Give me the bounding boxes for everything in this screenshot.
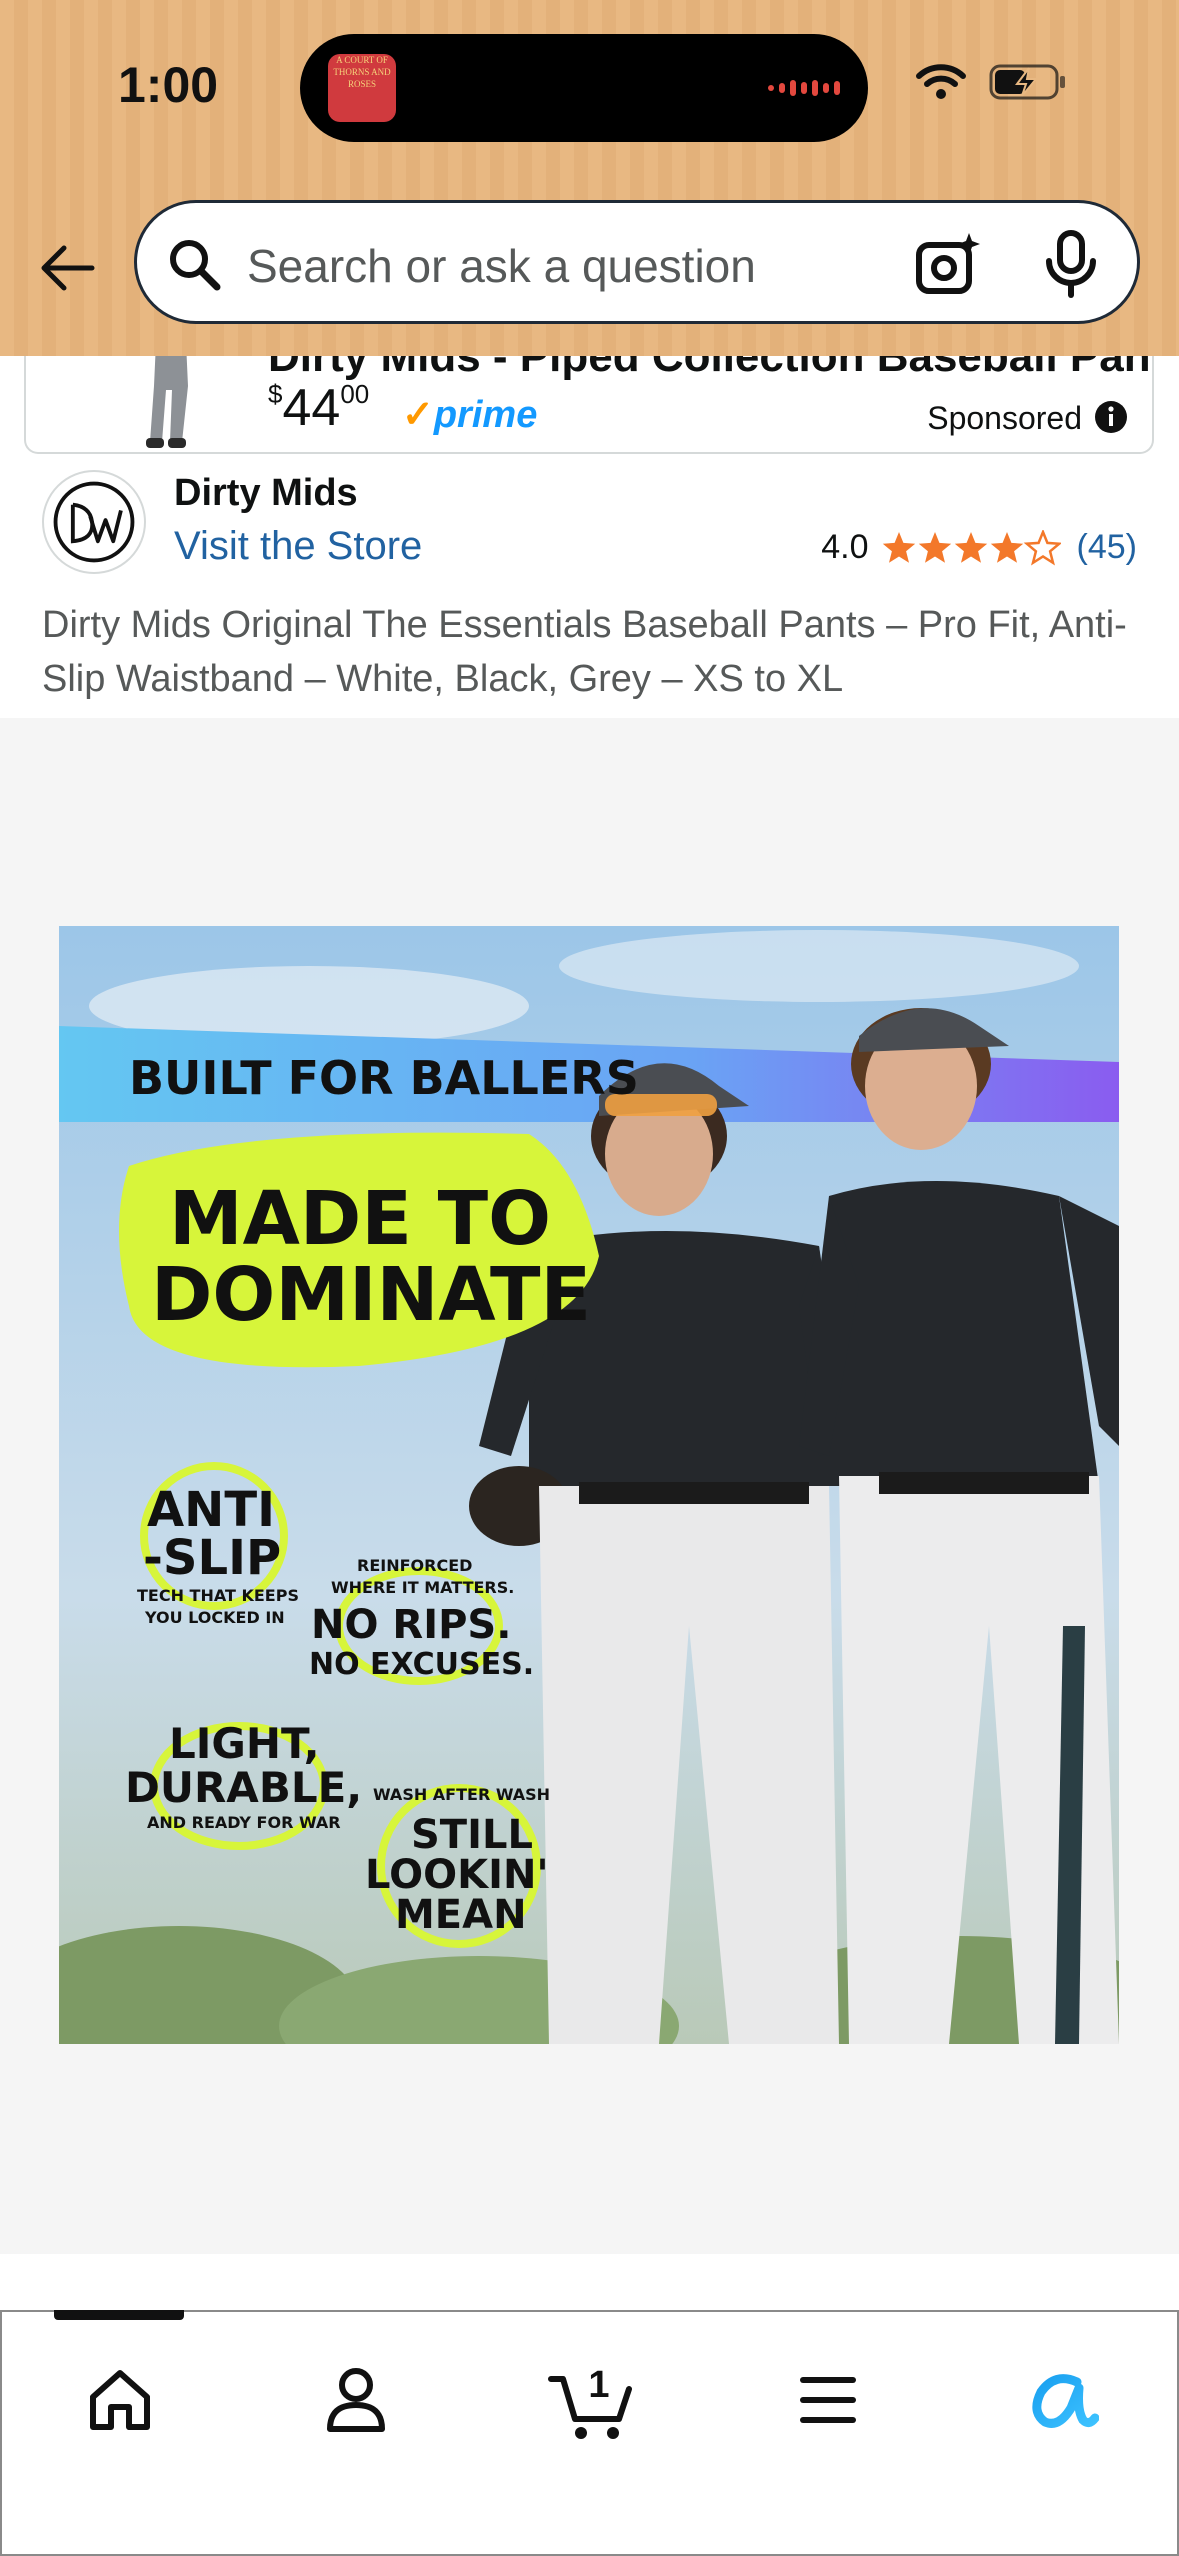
product-image-gallery[interactable]: BUILT FOR BALLERS MADE TO DOMINATE ANTI …	[0, 718, 1179, 2254]
star-filled-icon	[954, 531, 987, 563]
hero-headline-line2: DOMINATE	[151, 1252, 591, 1338]
wifi-icon	[916, 64, 966, 99]
nav-home[interactable]	[70, 2350, 170, 2450]
callout-light-big-2: DURABLE,	[125, 1763, 362, 1812]
battery-charging-icon	[989, 64, 1065, 100]
active-tab-indicator	[54, 2310, 184, 2320]
ad-title[interactable]: Dirty Mids - Piped Collection Baseball P…	[268, 356, 1148, 382]
home-icon	[90, 2370, 150, 2430]
info-icon[interactable]	[1094, 400, 1128, 434]
camera-lens-icon[interactable]	[913, 231, 983, 301]
callout-anti-slip-small-2: YOU LOCKED IN	[144, 1608, 285, 1627]
back-arrow-icon[interactable]	[38, 238, 98, 298]
microphone-icon[interactable]	[1041, 229, 1101, 299]
search-input[interactable]: Search or ask a question	[247, 239, 756, 293]
menu-icon	[800, 2377, 856, 2423]
product-hero-image[interactable]: BUILT FOR BALLERS MADE TO DOMINATE ANTI …	[59, 926, 1119, 2044]
nav-account[interactable]	[306, 2350, 406, 2450]
rating-value: 4.0	[821, 528, 869, 566]
nav-menu[interactable]	[778, 2350, 878, 2450]
star-filled-icon	[918, 531, 951, 563]
star-empty-icon	[1023, 529, 1061, 566]
callout-wash-big-3: MEAN	[395, 1892, 527, 1938]
star-filled-icon	[882, 531, 915, 563]
rating-count[interactable]: (45)	[1077, 528, 1137, 567]
status-time: 1:00	[118, 57, 219, 113]
rating-summary[interactable]: 4.0 (45)	[821, 528, 1137, 567]
rufus-ai-icon	[1032, 2374, 1099, 2428]
sponsored-label: Sponsored	[927, 400, 1082, 436]
bottom-navigation: 1	[0, 2310, 1179, 2556]
visit-store-link[interactable]: Visit the Store	[174, 524, 422, 569]
nav-cart[interactable]: 1	[542, 2350, 642, 2450]
brand-logo[interactable]	[42, 470, 146, 574]
product-title: Dirty Mids Original The Essentials Baseb…	[42, 604, 1127, 700]
nav-rufus[interactable]	[1012, 2350, 1112, 2450]
account-icon	[327, 2368, 385, 2432]
callout-rips-small-2: WHERE IT MATTERS.	[331, 1578, 514, 1597]
status-icons	[915, 62, 1069, 102]
prime-badge: ✓prime	[402, 394, 538, 436]
callout-wash-small-1: WASH AFTER WASH	[373, 1785, 550, 1804]
cart-count: 1	[588, 2364, 609, 2406]
callout-light-small-1: AND READY FOR WAR	[147, 1813, 341, 1832]
hero-headline-line1: MADE TO	[169, 1176, 551, 1262]
star-rating	[882, 529, 1061, 566]
cart-icon: 1	[548, 2364, 632, 2439]
app-header: 1:00 A COURT OF THORNS AND ROSES Search …	[0, 0, 1179, 356]
callout-anti-slip-small-1: TECH THAT KEEPS	[137, 1586, 299, 1605]
prime-check-icon: ✓	[402, 394, 434, 436]
callout-rips-big-1: NO RIPS.	[311, 1602, 511, 1648]
callout-rips-big-2: NO EXCUSES.	[309, 1647, 534, 1682]
callout-light-big-1: LIGHT,	[169, 1719, 320, 1768]
brand-name: Dirty Mids	[174, 472, 358, 514]
callout-rips-small-1: REINFORCED	[357, 1556, 472, 1575]
hero-banner-text: BUILT FOR BALLERS	[129, 1051, 639, 1105]
star-filled-icon	[990, 531, 1023, 563]
search-icon	[170, 240, 221, 291]
ad-price: $4400	[268, 379, 370, 437]
search-bar[interactable]: Search or ask a question	[134, 200, 1140, 324]
callout-anti-slip-big-2: -SLIP	[143, 1530, 281, 1586]
now-playing-thumbnail: A COURT OF THORNS AND ROSES	[328, 54, 396, 122]
dynamic-island[interactable]: A COURT OF THORNS AND ROSES	[300, 34, 868, 142]
ad-product-image	[146, 356, 188, 448]
sponsored-ad[interactable]: Dirty Mids - Piped Collection Baseball P…	[24, 356, 1154, 454]
audio-waveform-icon	[768, 80, 840, 96]
